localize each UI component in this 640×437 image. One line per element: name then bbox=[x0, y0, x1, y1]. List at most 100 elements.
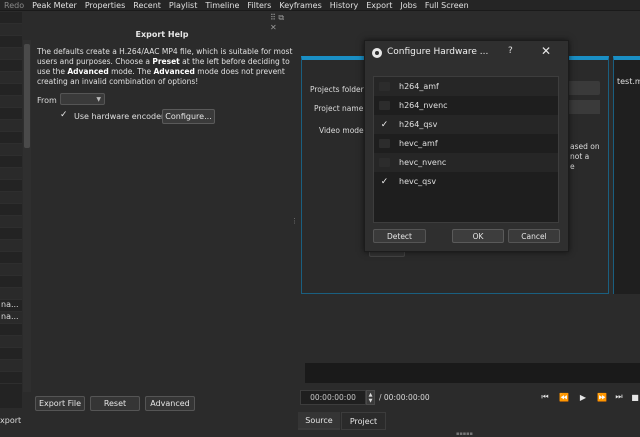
configure-hardware-dialog: Configure Hardware ... ? ✕ h264_amf h264… bbox=[364, 40, 569, 252]
list-item[interactable] bbox=[0, 192, 22, 204]
preset-list[interactable]: na... na... bbox=[0, 12, 22, 408]
tab-export[interactable]: xport bbox=[0, 416, 21, 425]
list-item[interactable] bbox=[0, 372, 22, 384]
codec-label: hevc_qsv bbox=[399, 177, 437, 186]
menu-jobs[interactable]: Jobs bbox=[396, 0, 421, 10]
list-item[interactable] bbox=[0, 288, 22, 300]
timecode-field[interactable]: 00:00:00:00 bbox=[300, 390, 366, 405]
scrub-bar[interactable] bbox=[305, 363, 640, 383]
list-item[interactable] bbox=[0, 216, 22, 228]
projects-folder-field[interactable] bbox=[565, 81, 600, 95]
list-item[interactable] bbox=[0, 84, 22, 96]
recent-project-item[interactable]: test.m bbox=[617, 77, 640, 86]
list-item[interactable]: na... bbox=[0, 312, 22, 324]
list-item[interactable] bbox=[0, 240, 22, 252]
menu-export[interactable]: Export bbox=[362, 0, 396, 10]
skip-previous-icon[interactable]: ⏮ bbox=[538, 390, 552, 404]
codec-checkbox[interactable] bbox=[379, 101, 390, 110]
preset-list-scrollbar[interactable] bbox=[23, 40, 31, 392]
codec-checkbox[interactable]: ✓ bbox=[379, 177, 390, 187]
list-item[interactable]: na... bbox=[0, 300, 22, 312]
configure-button[interactable]: Configure... bbox=[162, 109, 215, 124]
codec-label: hevc_amf bbox=[399, 139, 438, 148]
splitter-handle-icon[interactable]: ⋮ bbox=[291, 217, 298, 227]
list-item[interactable] bbox=[0, 360, 22, 372]
codec-checkbox[interactable] bbox=[379, 82, 390, 91]
dialog-titlebar[interactable]: Configure Hardware ... ? ✕ bbox=[365, 41, 568, 65]
dock-grip-icon[interactable]: ⠿ ⧉ ✕ bbox=[270, 13, 292, 32]
spin-down-icon[interactable]: ▼ bbox=[369, 398, 373, 404]
codec-label: h264_nvenc bbox=[399, 101, 448, 110]
list-item[interactable] bbox=[0, 204, 22, 216]
codec-row[interactable]: hevc_nvenc bbox=[374, 153, 558, 172]
play-icon[interactable]: ▶ bbox=[576, 390, 590, 404]
help-icon[interactable]: ? bbox=[508, 46, 513, 56]
list-item[interactable] bbox=[0, 132, 22, 144]
menu-redo[interactable]: Redo bbox=[0, 0, 28, 10]
stop-icon[interactable]: ■ bbox=[628, 390, 640, 404]
list-item[interactable] bbox=[0, 48, 22, 60]
codec-label: hevc_nvenc bbox=[399, 158, 447, 167]
resize-grip-icon[interactable]: ▪▪▪▪▪ bbox=[456, 431, 473, 437]
menu-properties[interactable]: Properties bbox=[81, 0, 129, 10]
list-item[interactable] bbox=[0, 60, 22, 72]
detect-button[interactable]: Detect bbox=[373, 229, 426, 243]
list-item[interactable] bbox=[0, 324, 22, 336]
export-file-button[interactable]: Export File bbox=[35, 396, 85, 411]
project-name-field[interactable] bbox=[565, 100, 600, 114]
hardware-encoder-label[interactable]: Use hardware encoder bbox=[74, 112, 164, 121]
list-item[interactable] bbox=[0, 336, 22, 348]
list-item[interactable] bbox=[0, 120, 22, 132]
list-item[interactable] bbox=[0, 36, 22, 48]
list-item[interactable] bbox=[0, 96, 22, 108]
rewind-icon[interactable]: ⏪ bbox=[557, 390, 571, 404]
menu-timeline[interactable]: Timeline bbox=[201, 0, 243, 10]
list-item[interactable] bbox=[0, 24, 22, 36]
codec-list: h264_amf h264_nvenc ✓ h264_qsv hevc_amf h… bbox=[373, 76, 559, 223]
list-item[interactable] bbox=[0, 12, 22, 24]
projects-folder-label: Projects folder bbox=[310, 85, 364, 94]
menu-recent[interactable]: Recent bbox=[129, 0, 165, 10]
tab-project[interactable]: Project bbox=[341, 412, 386, 430]
codec-row[interactable]: hevc_amf bbox=[374, 134, 558, 153]
reset-button[interactable]: Reset bbox=[90, 396, 140, 411]
fast-forward-icon[interactable]: ⏩ bbox=[595, 390, 609, 404]
list-item[interactable] bbox=[0, 228, 22, 240]
dialog-title: Configure Hardware ... bbox=[387, 47, 489, 57]
cancel-button[interactable]: Cancel bbox=[508, 229, 560, 243]
list-item[interactable] bbox=[0, 252, 22, 264]
codec-label: h264_qsv bbox=[399, 120, 438, 129]
list-item[interactable] bbox=[0, 156, 22, 168]
list-item[interactable] bbox=[0, 276, 22, 288]
codec-row[interactable]: h264_nvenc bbox=[374, 96, 558, 115]
menu-full-screen[interactable]: Full Screen bbox=[421, 0, 473, 10]
menu-keyframes[interactable]: Keyframes bbox=[275, 0, 325, 10]
menu-playlist[interactable]: Playlist bbox=[165, 0, 201, 10]
list-item[interactable] bbox=[0, 264, 22, 276]
close-icon[interactable]: ✕ bbox=[541, 44, 551, 58]
scrollbar-thumb[interactable] bbox=[24, 44, 30, 148]
list-item[interactable] bbox=[0, 108, 22, 120]
codec-row[interactable]: ✓ hevc_qsv bbox=[374, 172, 558, 191]
codec-row[interactable]: ✓ h264_qsv bbox=[374, 115, 558, 134]
list-item[interactable] bbox=[0, 168, 22, 180]
skip-next-icon[interactable]: ⏭ bbox=[612, 390, 626, 404]
menu-history[interactable]: History bbox=[326, 0, 362, 10]
from-select[interactable]: ▼ bbox=[60, 93, 105, 105]
recent-projects-panel bbox=[613, 56, 640, 294]
advanced-button[interactable]: Advanced bbox=[145, 396, 195, 411]
list-item[interactable] bbox=[0, 180, 22, 192]
menu-peak-meter[interactable]: Peak Meter bbox=[28, 0, 81, 10]
tab-source[interactable]: Source bbox=[298, 412, 340, 430]
codec-checkbox[interactable]: ✓ bbox=[379, 120, 390, 130]
codec-checkbox[interactable] bbox=[379, 158, 390, 167]
codec-row[interactable]: h264_amf bbox=[374, 77, 558, 96]
list-item[interactable] bbox=[0, 144, 22, 156]
ok-button[interactable]: OK bbox=[452, 229, 504, 243]
timecode-spinner[interactable]: ▲ ▼ bbox=[366, 390, 375, 405]
list-item[interactable] bbox=[0, 348, 22, 360]
hardware-encoder-checkbox[interactable]: ✓ bbox=[60, 110, 70, 122]
list-item[interactable] bbox=[0, 72, 22, 84]
codec-checkbox[interactable] bbox=[379, 139, 390, 148]
menu-filters[interactable]: Filters bbox=[243, 0, 275, 10]
